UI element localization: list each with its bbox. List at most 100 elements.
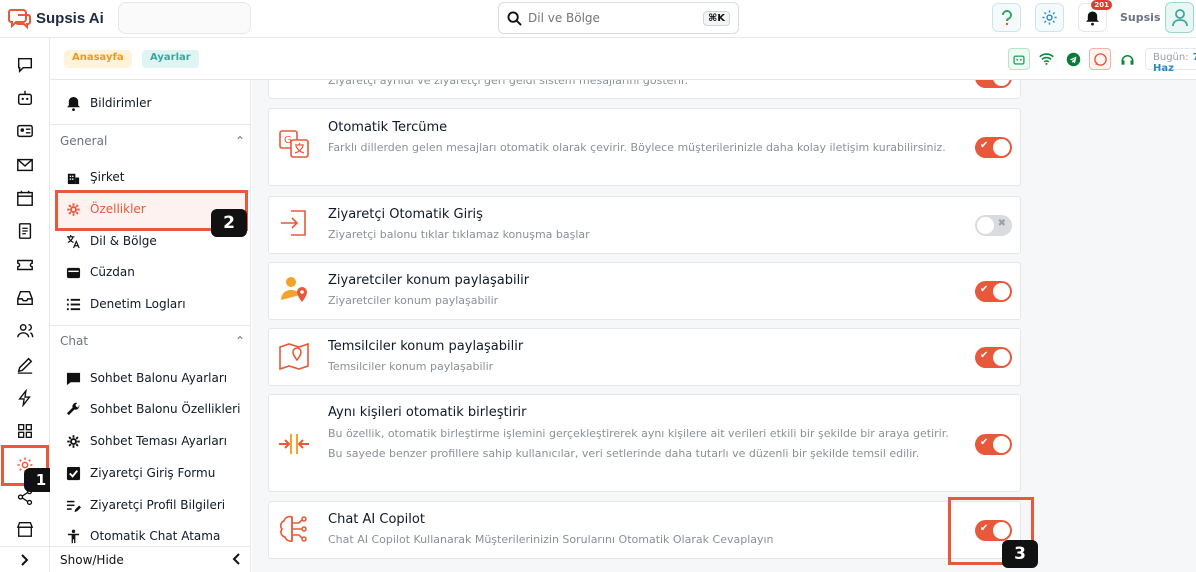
rail-notes[interactable] (14, 220, 36, 242)
status-icons (1008, 48, 1138, 70)
rail-users[interactable] (14, 320, 36, 342)
feature-card-chat-ai-copilot: Chat AI Copilot Chat AI Copilot Kullanar… (268, 501, 1021, 559)
menu-item-label: Sohbet Balonu Ayarları (90, 371, 228, 385)
feature-title: Otomatik Tercüme (328, 120, 448, 135)
feature-description: Chat AI Copilot Kullanarak Müşterilerini… (328, 533, 774, 546)
settings-menu: Bildirimler General ⌃ Şirket Özellikler … (50, 80, 251, 572)
ai-brain-icon (277, 512, 311, 546)
icon-rail: 1 (0, 38, 58, 572)
connection-status[interactable] (1035, 48, 1057, 70)
toggle-knob (993, 436, 1010, 453)
menu-item-label: Ziyaretçi Giriş Formu (90, 466, 216, 480)
login-icon (277, 206, 311, 240)
menu-item-label: Bildirimler (90, 96, 152, 110)
svg-text:G: G (284, 135, 292, 146)
feature-toggle[interactable]: ✖ (975, 215, 1012, 236)
notifications-button[interactable]: 201 (1078, 0, 1112, 32)
today-indicator: Bugün:7 Haz (1145, 48, 1196, 74)
question-icon (1001, 9, 1012, 25)
search-bar[interactable]: ⌘K (498, 2, 739, 34)
rail-share[interactable] (14, 486, 36, 508)
menu-item-company[interactable]: Şirket (66, 163, 246, 191)
breadcrumb-home[interactable]: Anasayfa (64, 50, 132, 68)
x-icon: ✖ (997, 218, 1006, 229)
rail-chat[interactable] (14, 54, 36, 76)
feature-toggle[interactable]: ✔ (975, 137, 1012, 158)
chevron-up-icon: ⌃ (234, 334, 245, 348)
gear-icon (1042, 10, 1057, 25)
section-general-header[interactable]: General ⌃ (60, 134, 245, 148)
rail-calendar[interactable] (14, 187, 36, 209)
rail-edit[interactable] (14, 354, 36, 376)
rail-apps[interactable] (14, 420, 36, 442)
feature-toggle[interactable]: ✔ (975, 80, 1012, 88)
feature-toggle[interactable]: ✔ (975, 281, 1012, 302)
document-icon (18, 223, 32, 239)
menu-item-wallet[interactable]: Cüzdan (66, 258, 246, 286)
show-hide-toggle[interactable]: Show/Hide (50, 546, 251, 572)
users-icon (17, 323, 34, 338)
rail-bot[interactable] (14, 87, 36, 109)
search-input[interactable] (528, 11, 703, 25)
calendar-icon (17, 190, 33, 206)
ticket-icon (17, 259, 33, 271)
feature-title: Chat AI Copilot (328, 512, 425, 527)
section-title: General (60, 134, 108, 148)
menu-item-notifications[interactable]: Bildirimler (66, 89, 246, 117)
section-chat-header[interactable]: Chat ⌃ (60, 334, 245, 348)
help-button[interactable] (992, 3, 1021, 32)
menu-item-label: Otomatik Chat Atama (90, 529, 221, 543)
rail-inbox[interactable] (14, 287, 36, 309)
bot-status[interactable] (1008, 48, 1030, 70)
menu-item-bubble-features[interactable]: Sohbet Balonu Özellikleri (66, 395, 246, 423)
toggle-knob (993, 80, 1010, 86)
rail-expand-button[interactable] (0, 546, 50, 572)
menu-item-visitor-profile[interactable]: Ziyaretçi Profil Bilgileri (66, 491, 246, 519)
gear-icon (67, 202, 80, 216)
mail-icon (17, 158, 33, 172)
translate-icon (66, 234, 80, 248)
rail-automation[interactable] (14, 387, 36, 409)
chevron-up-icon: ⌃ (234, 134, 245, 148)
toggle-knob (993, 139, 1010, 156)
menu-item-visitor-login-form[interactable]: Ziyaretçi Giriş Formu (66, 459, 246, 487)
agent-status[interactable] (1116, 48, 1138, 70)
gear-icon (67, 434, 80, 448)
top-bar: Supsis Ai ⌘K 201 Supsis (0, 0, 1196, 38)
check-icon: ✔ (980, 284, 989, 295)
rail-mail[interactable] (14, 154, 36, 176)
feature-toggle[interactable]: ✔ (975, 434, 1012, 455)
rail-tickets[interactable] (14, 254, 36, 276)
menu-item-label: Özellikler (90, 202, 146, 216)
menu-item-label: Şirket (90, 170, 125, 184)
toggle-knob (993, 349, 1010, 366)
menu-item-label: Dil & Bölge (90, 234, 157, 248)
user-avatar[interactable] (1165, 2, 1194, 33)
features-content: Ziyaretçi ayrıldı ve ziyaretçi geri geld… (252, 80, 1196, 572)
telegram-status[interactable] (1062, 48, 1084, 70)
feature-toggle[interactable]: ✔ (975, 347, 1012, 368)
divider (50, 325, 251, 326)
whatsapp-status[interactable] (1089, 48, 1111, 70)
toggle-knob (993, 283, 1010, 300)
app-root: Supsis Ai ⌘K 201 Supsis (0, 0, 1196, 572)
menu-item-audit-logs[interactable]: Denetim Logları (66, 290, 246, 318)
feature-card-visitor-messages: Ziyaretçi ayrıldı ve ziyaretçi geri geld… (268, 80, 1021, 99)
rail-store[interactable] (14, 518, 36, 540)
wallet-icon (66, 267, 81, 278)
feature-title: Ziyaretçi Otomatik Giriş (328, 207, 483, 222)
menu-item-chat-theme[interactable]: Sohbet Teması Ayarları (66, 427, 246, 455)
settings-button[interactable] (1035, 3, 1064, 32)
breadcrumb-settings[interactable]: Ayarlar (142, 50, 199, 68)
menu-item-label: Sohbet Balonu Özellikleri (90, 402, 241, 416)
feature-description: Temsilciler konum paylaşabilir (328, 360, 494, 373)
app-logo[interactable]: Supsis Ai (8, 7, 104, 29)
feature-description: Ziyaretciler konum paylaşabilir (328, 294, 499, 307)
workspace-selector[interactable] (118, 2, 251, 34)
menu-item-language[interactable]: Dil & Bölge (66, 227, 246, 255)
rail-contacts[interactable] (14, 120, 36, 142)
menu-item-bubble-settings[interactable]: Sohbet Balonu Ayarları (66, 364, 246, 392)
menu-item-label: Denetim Logları (90, 297, 186, 311)
store-icon (16, 522, 34, 537)
section-title: Chat (60, 334, 89, 348)
